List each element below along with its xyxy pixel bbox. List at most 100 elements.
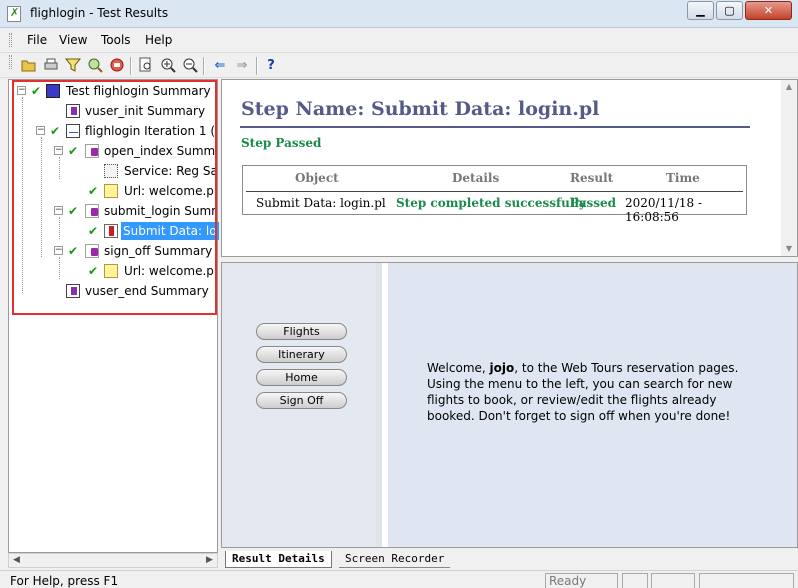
status-cell bbox=[651, 573, 695, 588]
toolbar-separator bbox=[203, 57, 205, 75]
tree-node-iteration[interactable]: − ✔ flighlogin Iteration 1 ( bbox=[13, 122, 218, 140]
tree-node-label: Service: Reg Sa bbox=[124, 164, 218, 178]
status-cell bbox=[622, 573, 648, 588]
forward-arrow-icon[interactable]: ⇒ bbox=[233, 57, 251, 75]
function-summary-icon bbox=[85, 144, 99, 158]
scroll-up-arrow-icon[interactable]: ▲ bbox=[781, 80, 797, 94]
tree-node-label: Url: welcome.p bbox=[124, 184, 214, 198]
tree-node-label: Test flighlogin Summary bbox=[66, 84, 211, 98]
tree-node-vuser-end[interactable]: vuser_end Summary bbox=[13, 282, 218, 300]
collapse-toggle[interactable]: − bbox=[54, 246, 63, 255]
function-summary-icon bbox=[85, 204, 99, 218]
title-bar: flighlogin - Test Results ▁ ▢ ✕ bbox=[0, 0, 798, 28]
tree-node-label: Url: welcome.p bbox=[124, 264, 214, 278]
test-summary-icon bbox=[46, 84, 60, 98]
passed-check-icon: ✔ bbox=[68, 244, 79, 258]
tree-node-label: vuser_end Summary bbox=[85, 284, 209, 298]
action-summary-icon bbox=[66, 284, 80, 298]
collapse-toggle[interactable]: − bbox=[54, 146, 63, 155]
window-title: flighlogin - Test Results bbox=[30, 6, 169, 20]
collapse-toggle[interactable]: − bbox=[54, 206, 63, 215]
collapse-toggle[interactable]: − bbox=[17, 86, 26, 95]
toolbar-separator bbox=[256, 57, 258, 75]
page-snapshot-pane: Flights Itinerary Home Sign Off Welcome,… bbox=[221, 262, 798, 548]
cell-time: 2020/11/18 - 16:08:56 bbox=[625, 196, 703, 224]
scroll-right-arrow-icon[interactable]: ▶ bbox=[202, 554, 217, 567]
username: jojo bbox=[489, 361, 515, 375]
column-header-details: Details bbox=[452, 171, 500, 185]
menu-view[interactable]: View bbox=[59, 33, 87, 47]
menu-bar: File View Tools Help bbox=[0, 29, 798, 51]
step-table: Object Details Result Time Submit Data: … bbox=[242, 165, 747, 224]
view-tabs: Result Details Screen Recorder bbox=[221, 549, 798, 569]
column-header-result: Result bbox=[570, 171, 614, 185]
tree-node-open-index[interactable]: − ✔ open_index Summ bbox=[13, 142, 218, 160]
step-status: Step Passed bbox=[241, 136, 322, 150]
sign-off-button[interactable]: Sign Off bbox=[256, 392, 347, 409]
tree-node-label-selected: Submit Data: lo bbox=[121, 222, 219, 240]
print-icon[interactable] bbox=[42, 57, 60, 75]
bookmark-icon[interactable] bbox=[108, 57, 126, 75]
menu-tools[interactable]: Tools bbox=[101, 33, 131, 47]
tree-node-vuser-init[interactable]: vuser_init Summary bbox=[13, 102, 218, 120]
find-icon[interactable] bbox=[86, 57, 104, 75]
column-header-object: Object bbox=[295, 171, 339, 185]
minimize-button[interactable]: ▁ bbox=[687, 1, 714, 20]
tree-horizontal-scrollbar[interactable]: ◀ ▶ bbox=[8, 553, 218, 568]
app-icon bbox=[7, 6, 21, 22]
passed-check-icon: ✔ bbox=[68, 204, 79, 218]
tree-node-label: open_index Summ bbox=[104, 144, 216, 158]
url-icon bbox=[104, 184, 118, 198]
maximize-button[interactable]: ▢ bbox=[716, 1, 743, 20]
tree-node-submit-data[interactable]: ✔ Submit Data: lo bbox=[13, 222, 219, 240]
tree-node-root[interactable]: − ✔ Test flighlogin Summary bbox=[13, 82, 218, 100]
zoom-in-icon[interactable] bbox=[159, 57, 177, 75]
status-bar: For Help, press F1 Ready bbox=[0, 570, 798, 588]
tab-result-details[interactable]: Result Details bbox=[225, 551, 332, 568]
tree-node-sign-off[interactable]: − ✔ sign_off Summary bbox=[13, 242, 218, 260]
passed-check-icon: ✔ bbox=[50, 124, 61, 138]
passed-check-icon: ✔ bbox=[88, 184, 99, 198]
menu-help[interactable]: Help bbox=[145, 33, 172, 47]
status-cell bbox=[699, 573, 794, 588]
menu-file[interactable]: File bbox=[27, 33, 47, 47]
back-arrow-icon[interactable]: ⇐ bbox=[211, 57, 229, 75]
cell-object: Submit Data: login.pl bbox=[256, 196, 386, 210]
cell-details: Step completed successfully bbox=[396, 196, 586, 210]
close-button[interactable]: ✕ bbox=[745, 1, 792, 20]
print-preview-icon[interactable] bbox=[137, 57, 155, 75]
url-icon bbox=[104, 264, 118, 278]
passed-check-icon: ✔ bbox=[88, 224, 99, 238]
scroll-down-arrow-icon[interactable]: ▼ bbox=[781, 242, 797, 256]
tree-node-submit-login[interactable]: − ✔ submit_login Sumr bbox=[13, 202, 218, 220]
filter-icon[interactable] bbox=[64, 57, 82, 75]
home-button[interactable]: Home bbox=[256, 369, 347, 386]
status-ready: Ready bbox=[545, 573, 618, 588]
toolbar-separator bbox=[130, 57, 132, 75]
zoom-out-icon[interactable] bbox=[181, 57, 199, 75]
details-vertical-scrollbar[interactable]: ▲ ▼ bbox=[781, 80, 797, 256]
flights-button[interactable]: Flights bbox=[256, 323, 347, 340]
tree-node-label: vuser_init Summary bbox=[85, 104, 206, 118]
action-summary-icon bbox=[66, 104, 80, 118]
passed-check-icon: ✔ bbox=[31, 84, 42, 98]
tab-screen-recorder[interactable]: Screen Recorder bbox=[339, 551, 451, 568]
tree-node-url[interactable]: ✔ Url: welcome.p bbox=[13, 182, 218, 200]
step-title: Step Name: Submit Data: login.pl bbox=[241, 98, 600, 120]
results-tree[interactable]: − ✔ Test flighlogin Summary vuser_init S… bbox=[8, 79, 219, 553]
collapse-toggle[interactable]: − bbox=[36, 126, 45, 135]
web-nav-frame: Flights Itinerary Home Sign Off bbox=[222, 263, 382, 547]
welcome-prefix: Welcome, bbox=[427, 361, 490, 375]
tree-node-url[interactable]: ✔ Url: welcome.p bbox=[13, 262, 218, 280]
itinerary-button[interactable]: Itinerary bbox=[256, 346, 347, 363]
title-divider bbox=[240, 126, 750, 128]
column-header-time: Time bbox=[666, 171, 700, 185]
scroll-left-arrow-icon[interactable]: ◀ bbox=[9, 554, 24, 567]
passed-check-icon: ✔ bbox=[88, 264, 99, 278]
welcome-message: Welcome, jojo, to the Web Tours reservat… bbox=[427, 360, 757, 424]
open-icon[interactable] bbox=[20, 57, 38, 75]
service-icon bbox=[104, 164, 118, 178]
tree-node-service[interactable]: Service: Reg Sa bbox=[13, 162, 218, 180]
step-details-pane: Step Name: Submit Data: login.pl Step Pa… bbox=[221, 79, 798, 257]
help-icon[interactable]: ? bbox=[262, 57, 280, 75]
